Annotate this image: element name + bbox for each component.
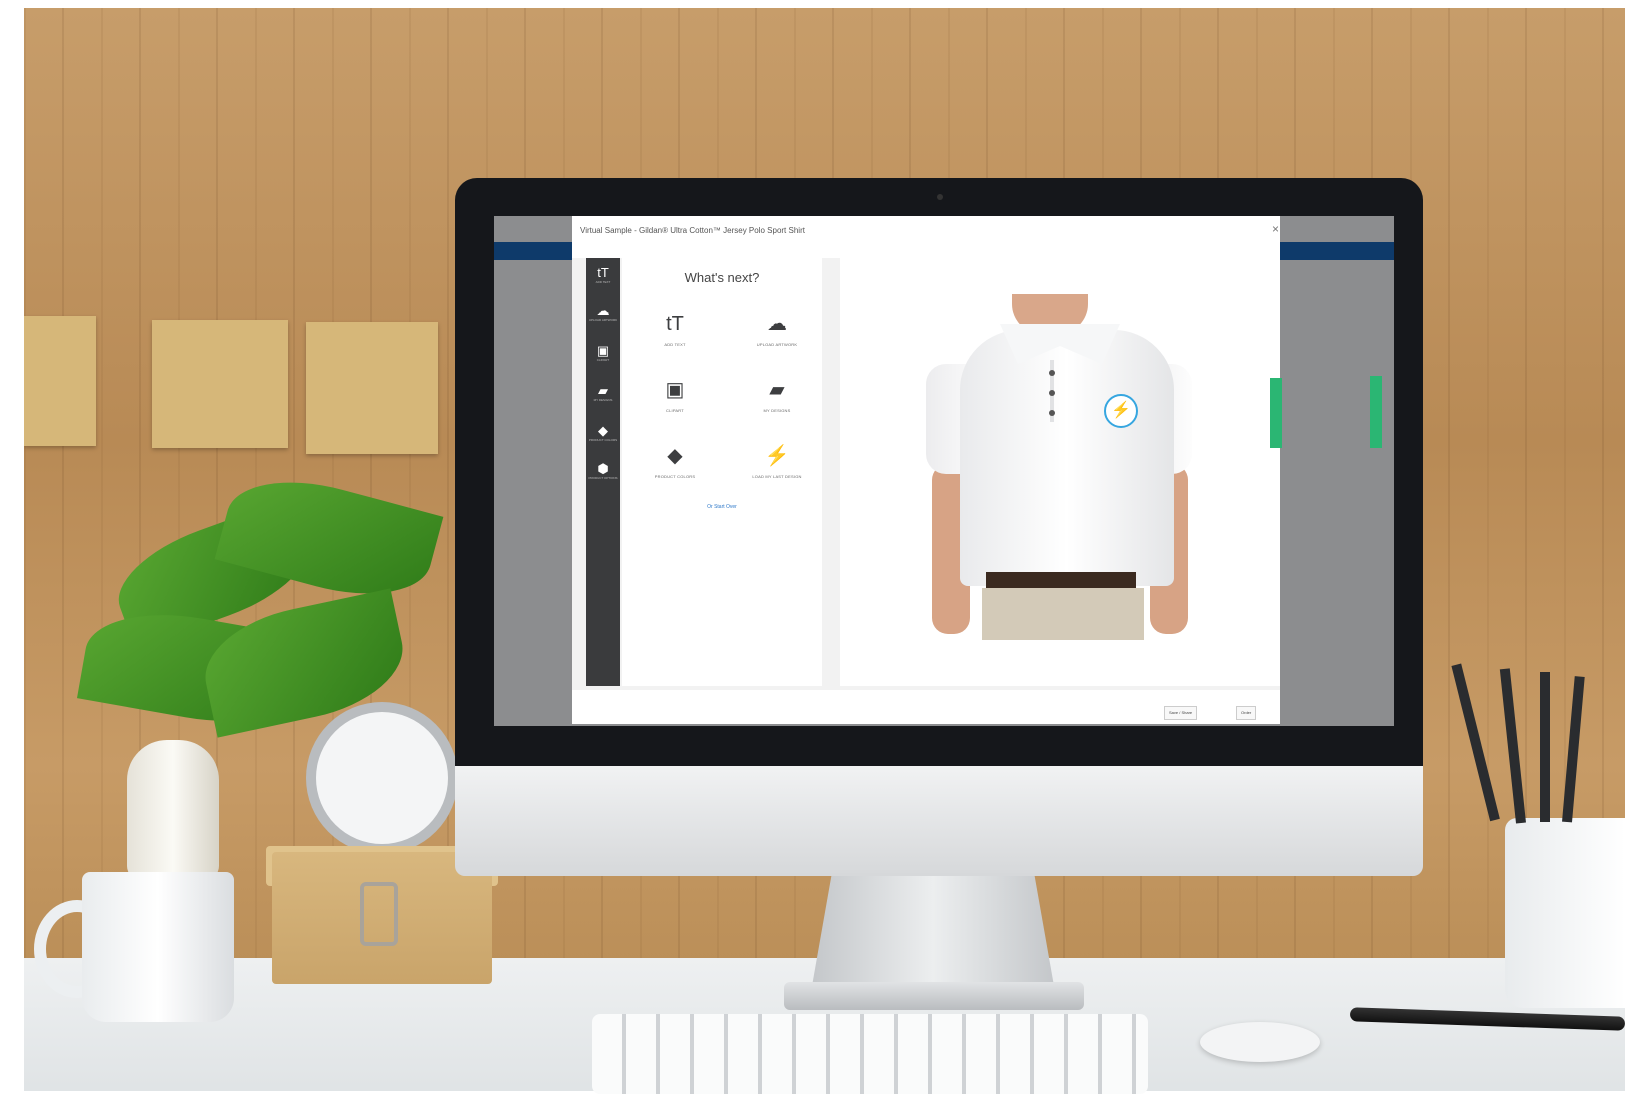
box-latch	[360, 882, 398, 946]
toolbar-item-product-colors[interactable]: ◆ PRODUCT COLORS	[586, 423, 620, 443]
option-label: UPLOAD ARTWORK	[756, 342, 798, 347]
option-label: LOAD MY LAST DESIGN	[752, 474, 802, 479]
diamond-icon: ◆	[667, 445, 683, 467]
toolbar-item-product-options[interactable]: ⬢ PRODUCT OPTIONS	[586, 461, 620, 481]
toolbar-item-add-text[interactable]: tT ADD TEXT	[586, 265, 620, 285]
monitor-screen: Virtual Sample - Gildan® Ultra Cotton™ J…	[494, 216, 1394, 726]
design-toolbar: tT ADD TEXT ☁ UPLOAD ARTWORK ▣ CLIPART ▰…	[586, 258, 620, 686]
virtual-sample-modal: Virtual Sample - Gildan® Ultra Cotton™ J…	[572, 216, 1282, 724]
folder-icon: ▰	[769, 379, 785, 401]
option-clipart[interactable]: ▣ CLIPART	[630, 378, 720, 413]
image-icon: ▣	[596, 343, 610, 358]
option-upload-artwork[interactable]: ☁ UPLOAD ARTWORK	[732, 312, 822, 347]
computer-mouse	[1200, 1022, 1320, 1062]
modal-footer: Save / Share Order	[572, 690, 1280, 724]
modal-title: Virtual Sample - Gildan® Ultra Cotton™ J…	[580, 226, 805, 235]
cloud-upload-icon: ☁	[767, 313, 787, 335]
option-label: ADD TEXT	[664, 342, 686, 347]
option-label: PRODUCT COLORS	[654, 474, 696, 479]
start-over-link[interactable]: Or Start Over	[622, 504, 822, 510]
image-icon: ▣	[665, 379, 685, 401]
cloud-upload-icon: ☁	[596, 303, 610, 318]
toolbar-item-label: PRODUCT OPTIONS	[588, 476, 618, 480]
shirt-button	[1049, 410, 1055, 416]
text-icon: tT	[597, 265, 609, 280]
option-my-designs[interactable]: ▰ MY DESIGNS	[732, 378, 822, 413]
option-load-last-design[interactable]: ⚡ LOAD MY LAST DESIGN	[732, 444, 822, 479]
shirt-button	[1049, 370, 1055, 376]
vase	[127, 740, 219, 880]
sticky-note	[152, 320, 288, 448]
save-share-button[interactable]: Save / Share	[1164, 706, 1198, 720]
panel-heading: What's next?	[684, 270, 760, 285]
order-button[interactable]: Order	[1236, 706, 1257, 720]
pencil	[1540, 672, 1550, 822]
diamond-icon: ◆	[598, 423, 608, 438]
clock-face	[316, 712, 448, 844]
toolbar-item-my-designs[interactable]: ▰ MY DESIGNS	[586, 383, 620, 403]
product-preview: ⚡	[840, 258, 1282, 686]
text-icon: tT	[666, 313, 684, 335]
toolbar-item-label: CLIPART	[596, 358, 610, 362]
side-tab-preview[interactable]	[1270, 378, 1282, 448]
monitor-chin	[455, 766, 1423, 876]
toolbar-item-label: UPLOAD ARTWORK	[588, 318, 618, 322]
side-tab-right[interactable]	[1370, 376, 1382, 448]
model-wearing-polo: ⚡	[926, 294, 1200, 640]
toolbar-item-clipart[interactable]: ▣ CLIPART	[586, 343, 620, 363]
whats-next-panel: What's next? tT ADD TEXT ☁ UPLOAD ARTWOR…	[622, 258, 822, 686]
modal-body: tT ADD TEXT ☁ UPLOAD ARTWORK ▣ CLIPART ▰…	[572, 258, 1282, 690]
sticky-note	[306, 322, 438, 454]
polo-shirt	[960, 330, 1174, 586]
option-product-colors[interactable]: ◆ PRODUCT COLORS	[630, 444, 720, 479]
coffee-cup	[82, 872, 234, 1022]
pencil-holder	[1505, 818, 1625, 1008]
lightning-icon: ⚡	[764, 445, 790, 467]
keyboard	[592, 1014, 1148, 1094]
folder-icon: ▰	[598, 383, 608, 398]
monitor-stand-base	[784, 982, 1084, 1010]
toolbar-item-label: ADD TEXT	[595, 280, 611, 284]
close-icon[interactable]: ×	[1272, 222, 1279, 236]
shirt-button	[1049, 390, 1055, 396]
toolbar-item-label: PRODUCT COLORS	[588, 438, 618, 442]
toolbar-item-label: MY DESIGNS	[593, 398, 613, 402]
option-add-text[interactable]: tT ADD TEXT	[630, 312, 720, 347]
cube-icon: ⬢	[597, 461, 609, 476]
option-label: MY DESIGNS	[763, 408, 791, 413]
toolbar-item-upload-artwork[interactable]: ☁ UPLOAD ARTWORK	[586, 303, 620, 323]
monitor-stand	[812, 876, 1054, 986]
camera-icon	[937, 194, 943, 200]
pants	[982, 588, 1144, 640]
belt	[986, 572, 1136, 588]
sticky-note	[24, 316, 96, 446]
option-label: CLIPART	[666, 408, 684, 413]
lightning-logo-icon[interactable]: ⚡	[1104, 394, 1138, 428]
